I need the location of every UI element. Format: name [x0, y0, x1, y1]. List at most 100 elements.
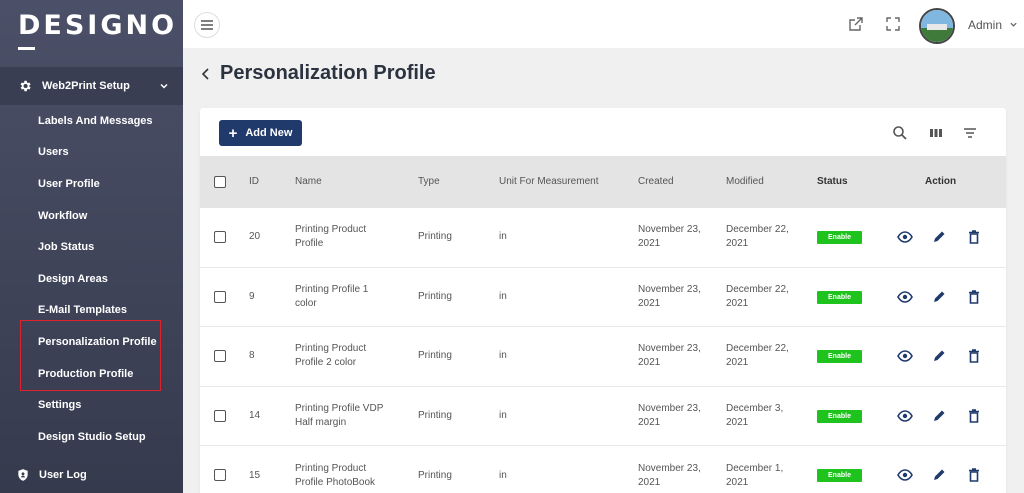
- eye-icon[interactable]: [897, 408, 913, 424]
- sidebar-nav: Labels And Messages Users User Profile W…: [0, 105, 183, 453]
- cell-name-line2: color: [295, 297, 317, 309]
- sidebar-section-web2print[interactable]: Web2Print Setup: [0, 67, 183, 105]
- sidebar-item-labels-and-messages[interactable]: Labels And Messages: [0, 105, 183, 137]
- edit-icon[interactable]: [931, 467, 947, 483]
- edit-icon[interactable]: [931, 229, 947, 245]
- sidebar-item-job-status[interactable]: Job Status: [0, 231, 183, 263]
- column-header-id[interactable]: ID: [249, 176, 259, 187]
- cell-modified: December 3, 2021: [726, 402, 783, 430]
- cell-name-line2: Profile: [295, 238, 324, 250]
- cell-created-line2: 2021: [638, 417, 661, 429]
- cell-id: 15: [249, 469, 261, 481]
- avatar[interactable]: [919, 8, 955, 44]
- sidebar-item-user-log[interactable]: User Log: [0, 460, 183, 490]
- cell-unit: in: [499, 469, 507, 481]
- column-header-modified[interactable]: Modified: [726, 176, 764, 187]
- sidebar-item-email-templates[interactable]: E-Mail Templates: [0, 295, 183, 327]
- status-badge: Enable: [817, 290, 862, 304]
- sidebar-item-design-areas[interactable]: Design Areas: [0, 263, 183, 295]
- search-icon[interactable]: [892, 125, 908, 141]
- cell-name: Printing Product Profile PhotoBook: [295, 462, 375, 490]
- edit-icon[interactable]: [931, 289, 947, 305]
- columns-icon[interactable]: [928, 125, 944, 141]
- sidebar-item-user-profile[interactable]: User Profile: [0, 168, 183, 200]
- cell-id: 20: [249, 231, 261, 243]
- column-header-type[interactable]: Type: [418, 176, 440, 187]
- sidebar-item-design-studio-setup[interactable]: Design Studio Setup: [0, 421, 183, 453]
- sidebar-section-label: Web2Print Setup: [42, 80, 130, 92]
- cell-created-line2: 2021: [638, 476, 661, 488]
- cell-name-line2: Half margin: [295, 417, 347, 429]
- cell-modified-line2: 2021: [726, 238, 749, 250]
- fullscreen-icon[interactable]: [885, 16, 901, 32]
- status-badge: Enable: [817, 231, 862, 244]
- cell-modified-line1: December 3,: [726, 403, 784, 415]
- user-name[interactable]: Admin: [968, 18, 1002, 32]
- edit-icon[interactable]: [931, 408, 947, 424]
- sidebar-item-workflow[interactable]: Workflow: [0, 200, 183, 232]
- delete-icon[interactable]: [966, 348, 982, 364]
- eye-icon[interactable]: [897, 289, 913, 305]
- row-checkbox[interactable]: [214, 469, 226, 482]
- cell-type: Printing: [418, 350, 452, 362]
- select-all-checkbox[interactable]: [214, 176, 226, 188]
- cell-name: Printing Product Profile 2 color: [295, 342, 366, 370]
- column-header-unit[interactable]: Unit For Measurement: [499, 176, 598, 187]
- external-link-icon[interactable]: [848, 16, 864, 32]
- cell-unit: in: [499, 410, 507, 422]
- column-header-name[interactable]: Name: [295, 176, 322, 187]
- cell-modified-line1: December 22,: [726, 283, 789, 295]
- cell-name: Printing Profile VDP Half margin: [295, 402, 383, 430]
- back-chevron-icon[interactable]: [200, 67, 212, 81]
- eye-icon[interactable]: [897, 348, 913, 364]
- cell-name-line1: Printing Product: [295, 462, 367, 474]
- cell-created: November 23, 2021: [638, 462, 701, 490]
- sidebar-item-personalization-profile[interactable]: Personalization Profile: [0, 326, 183, 358]
- chevron-down-icon[interactable]: [1009, 20, 1018, 29]
- add-new-label: Add New: [245, 127, 293, 139]
- menu-toggle-button[interactable]: [194, 12, 220, 38]
- delete-icon[interactable]: [966, 289, 982, 305]
- top-bar: Admin: [183, 0, 1024, 48]
- row-checkbox[interactable]: [214, 409, 226, 422]
- cell-modified: December 22, 2021: [726, 283, 789, 311]
- table-row: 9 Printing Profile 1 color Printing in No…: [200, 268, 1006, 328]
- sidebar-item-settings[interactable]: Settings: [0, 389, 183, 421]
- cell-modified-line1: December 22,: [726, 343, 789, 355]
- filter-icon[interactable]: [962, 125, 978, 141]
- plus-icon: +: [228, 124, 238, 142]
- cell-created: November 23, 2021: [638, 223, 701, 251]
- edit-icon[interactable]: [931, 348, 947, 364]
- column-header-created[interactable]: Created: [638, 176, 674, 187]
- row-checkbox[interactable]: [214, 290, 226, 303]
- cell-modified-line1: December 1,: [726, 462, 784, 474]
- eye-icon[interactable]: [897, 467, 913, 483]
- row-checkbox[interactable]: [214, 231, 226, 243]
- delete-icon[interactable]: [966, 229, 982, 245]
- cell-name-line2: Profile 2 color: [295, 357, 357, 369]
- delete-icon[interactable]: [966, 408, 982, 424]
- sidebar-item-users[interactable]: Users: [0, 137, 183, 169]
- cell-name-line2: Profile PhotoBook: [295, 476, 376, 488]
- cell-type: Printing: [418, 410, 452, 422]
- cell-created: November 23, 2021: [638, 342, 701, 370]
- row-checkbox[interactable]: [214, 350, 226, 363]
- cell-created: November 23, 2021: [638, 283, 701, 311]
- cell-id: 9: [249, 290, 255, 302]
- table-row: 8 Printing Product Profile 2 color Printi…: [200, 327, 1006, 387]
- user-log-label: User Log: [39, 469, 87, 481]
- cell-modified-line1: December 22,: [726, 224, 789, 236]
- cell-created: November 23, 2021: [638, 402, 701, 430]
- logo-underline: [18, 47, 35, 50]
- table-row: 20 Printing Product Profile Printing in N…: [200, 208, 1006, 268]
- column-header-status: Status: [817, 176, 848, 187]
- delete-icon[interactable]: [966, 467, 982, 483]
- table-header: ID Name Type Unit For Measurement Create…: [200, 156, 1006, 208]
- status-badge: Enable: [817, 350, 862, 364]
- sidebar: DESIGNO Web2Print Setup Labels And Messa…: [0, 0, 183, 493]
- cell-modified-line2: 2021: [726, 417, 749, 429]
- cell-name-line1: Printing Profile VDP: [295, 403, 384, 415]
- eye-icon[interactable]: [897, 229, 913, 245]
- sidebar-item-production-profile[interactable]: Production Profile: [0, 358, 183, 390]
- add-new-button[interactable]: + Add New: [219, 120, 302, 146]
